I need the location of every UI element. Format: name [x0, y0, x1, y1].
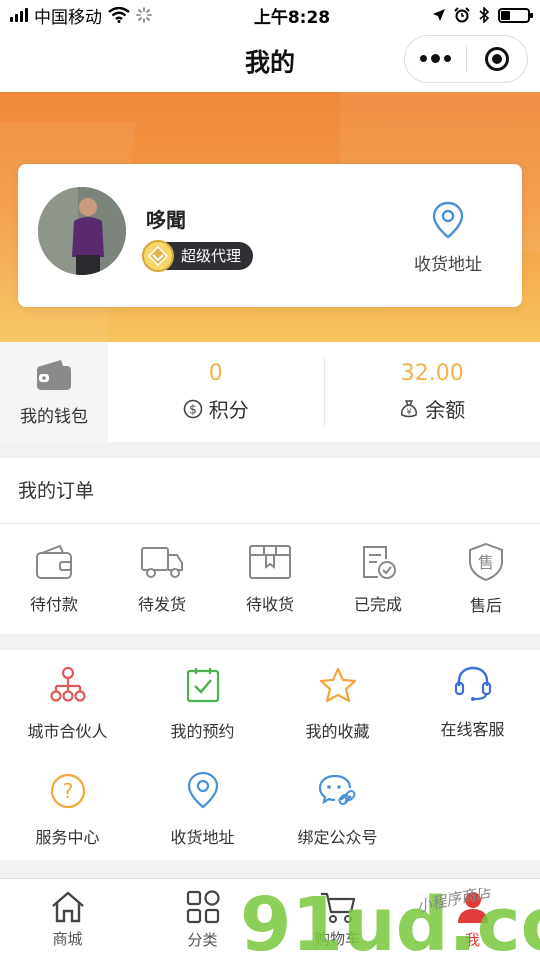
user-name: 哆聞: [146, 208, 186, 232]
my-wallet-button[interactable]: 我的钱包: [0, 342, 108, 442]
service-label: 在线客服: [440, 720, 505, 739]
page-title: 我的: [244, 48, 295, 77]
home-icon: [51, 891, 84, 923]
star-icon: [319, 667, 356, 703]
services-grid: 城市合伙人 我的预约 我的收藏 在线客服 ? 服务中心 收货地址 绑定公众号: [0, 650, 540, 860]
after-sales-shield-icon: 售: [469, 542, 503, 582]
shipping-address-link[interactable]: 收货地址: [410, 200, 486, 275]
carrier-name: 中国移动: [34, 7, 102, 28]
service-online-support[interactable]: 在线客服: [405, 664, 540, 740]
tab-bar: 商城 分类 购物车 我: [0, 878, 540, 960]
order-item-label: 已完成: [353, 595, 402, 614]
service-label: 城市合伙人: [27, 722, 108, 741]
points-stat[interactable]: 0 $ 积分: [108, 342, 324, 442]
alarm-icon: [454, 7, 470, 23]
nav-bar: 我的: [0, 30, 540, 92]
order-pending-payment[interactable]: 待付款: [0, 524, 108, 634]
location-pin-icon: [432, 201, 464, 239]
member-level-label: 超级代理: [181, 247, 242, 265]
svg-text:¥: ¥: [407, 407, 412, 416]
profile-banner: 哆聞 超级代理 收货地址: [0, 92, 540, 342]
coin-dollar-icon: $: [183, 399, 203, 418]
orders-title[interactable]: 我的订单: [0, 458, 540, 524]
user-icon: [457, 892, 488, 923]
tab-label: 我: [464, 931, 480, 949]
loading-spinner-icon: [136, 7, 152, 23]
truck-icon: [141, 547, 183, 578]
order-completed[interactable]: 已完成: [324, 524, 432, 634]
service-label: 我的预约: [170, 722, 235, 741]
tab-label: 分类: [187, 931, 218, 949]
svg-text:$: $: [189, 402, 197, 416]
service-my-favorites[interactable]: 我的收藏: [270, 666, 405, 742]
member-level-badge: 超级代理: [142, 240, 254, 272]
profile-page: 中国移动 上午8:28 我的 哆聞 超级代理 收货地址 我的钱包 0 $ 积分 …: [0, 0, 540, 960]
package-icon: [249, 545, 291, 579]
cart-icon: [320, 892, 355, 923]
location-arrow-icon: [432, 9, 445, 21]
svg-text:?: ?: [62, 779, 73, 803]
wechat-link-icon: [318, 774, 356, 806]
status-bar: 中国移动 上午8:28: [0, 0, 540, 30]
svg-text:售: 售: [478, 553, 494, 572]
tab-me[interactable]: 我: [405, 879, 540, 960]
service-bind-official-account[interactable]: 绑定公众号: [270, 772, 405, 848]
wallet-summary: 我的钱包 0 $ 积分 32.00 ¥ 余额: [0, 342, 540, 442]
order-pending-shipment[interactable]: 待发货: [108, 524, 216, 634]
mini-program-capsule: [404, 35, 528, 83]
service-city-partner[interactable]: 城市合伙人: [0, 666, 135, 742]
points-label: 积分: [208, 398, 249, 422]
battery-icon: [497, 7, 533, 23]
balance-value: 32.00: [400, 361, 464, 386]
more-menu-icon[interactable]: [405, 54, 466, 63]
wallet-icon: [37, 359, 71, 390]
points-value: 0: [208, 361, 223, 386]
tab-label: 商城: [52, 930, 83, 948]
headset-icon: [454, 666, 491, 701]
money-bag-icon: ¥: [401, 399, 418, 417]
order-item-label: 待付款: [29, 595, 78, 614]
wallet-icon: [36, 544, 72, 579]
partner-network-icon: [49, 666, 86, 702]
category-grid-icon: [186, 890, 220, 924]
order-item-label: 售后: [469, 596, 502, 615]
service-label: 绑定公众号: [297, 828, 378, 847]
question-icon: ?: [50, 773, 85, 809]
balance-stat[interactable]: 32.00 ¥ 余额: [325, 342, 540, 442]
location-pin-icon: [187, 771, 218, 809]
tab-cart[interactable]: 购物车: [270, 879, 405, 960]
service-label: 收货地址: [170, 828, 235, 847]
service-label: 服务中心: [35, 828, 100, 847]
avatar[interactable]: [38, 187, 126, 275]
order-item-label: 待发货: [137, 595, 186, 614]
balance-label: 余额: [425, 398, 466, 422]
tab-mall[interactable]: 商城: [0, 879, 135, 960]
service-my-reservations[interactable]: 我的预约: [135, 666, 270, 742]
calendar-check-icon: [186, 668, 219, 703]
order-after-sales[interactable]: 售 售后: [432, 524, 540, 634]
service-help-center[interactable]: ? 服务中心: [0, 772, 135, 848]
close-program-icon[interactable]: [467, 47, 528, 71]
wifi-icon: [108, 7, 130, 23]
order-pending-receipt[interactable]: 待收货: [216, 524, 324, 634]
clock: 上午8:28: [253, 7, 331, 28]
service-shipping-address[interactable]: 收货地址: [135, 770, 270, 848]
order-item-label: 待收货: [245, 595, 294, 614]
bluetooth-icon: [479, 7, 490, 23]
shipping-address-label: 收货地址: [414, 255, 482, 275]
tab-category[interactable]: 分类: [135, 879, 270, 960]
completed-doc-icon: [363, 546, 396, 579]
profile-card: 哆聞 超级代理 收货地址: [18, 164, 522, 307]
tab-label: 购物车: [314, 930, 360, 948]
cell-signal-icon: [10, 8, 28, 22]
vip-medal-icon: [142, 240, 174, 272]
service-label: 我的收藏: [305, 722, 370, 741]
my-wallet-label: 我的钱包: [20, 406, 88, 427]
orders-section: 我的订单 待付款 待发货 待收货 已完成 售 售后: [0, 458, 540, 634]
